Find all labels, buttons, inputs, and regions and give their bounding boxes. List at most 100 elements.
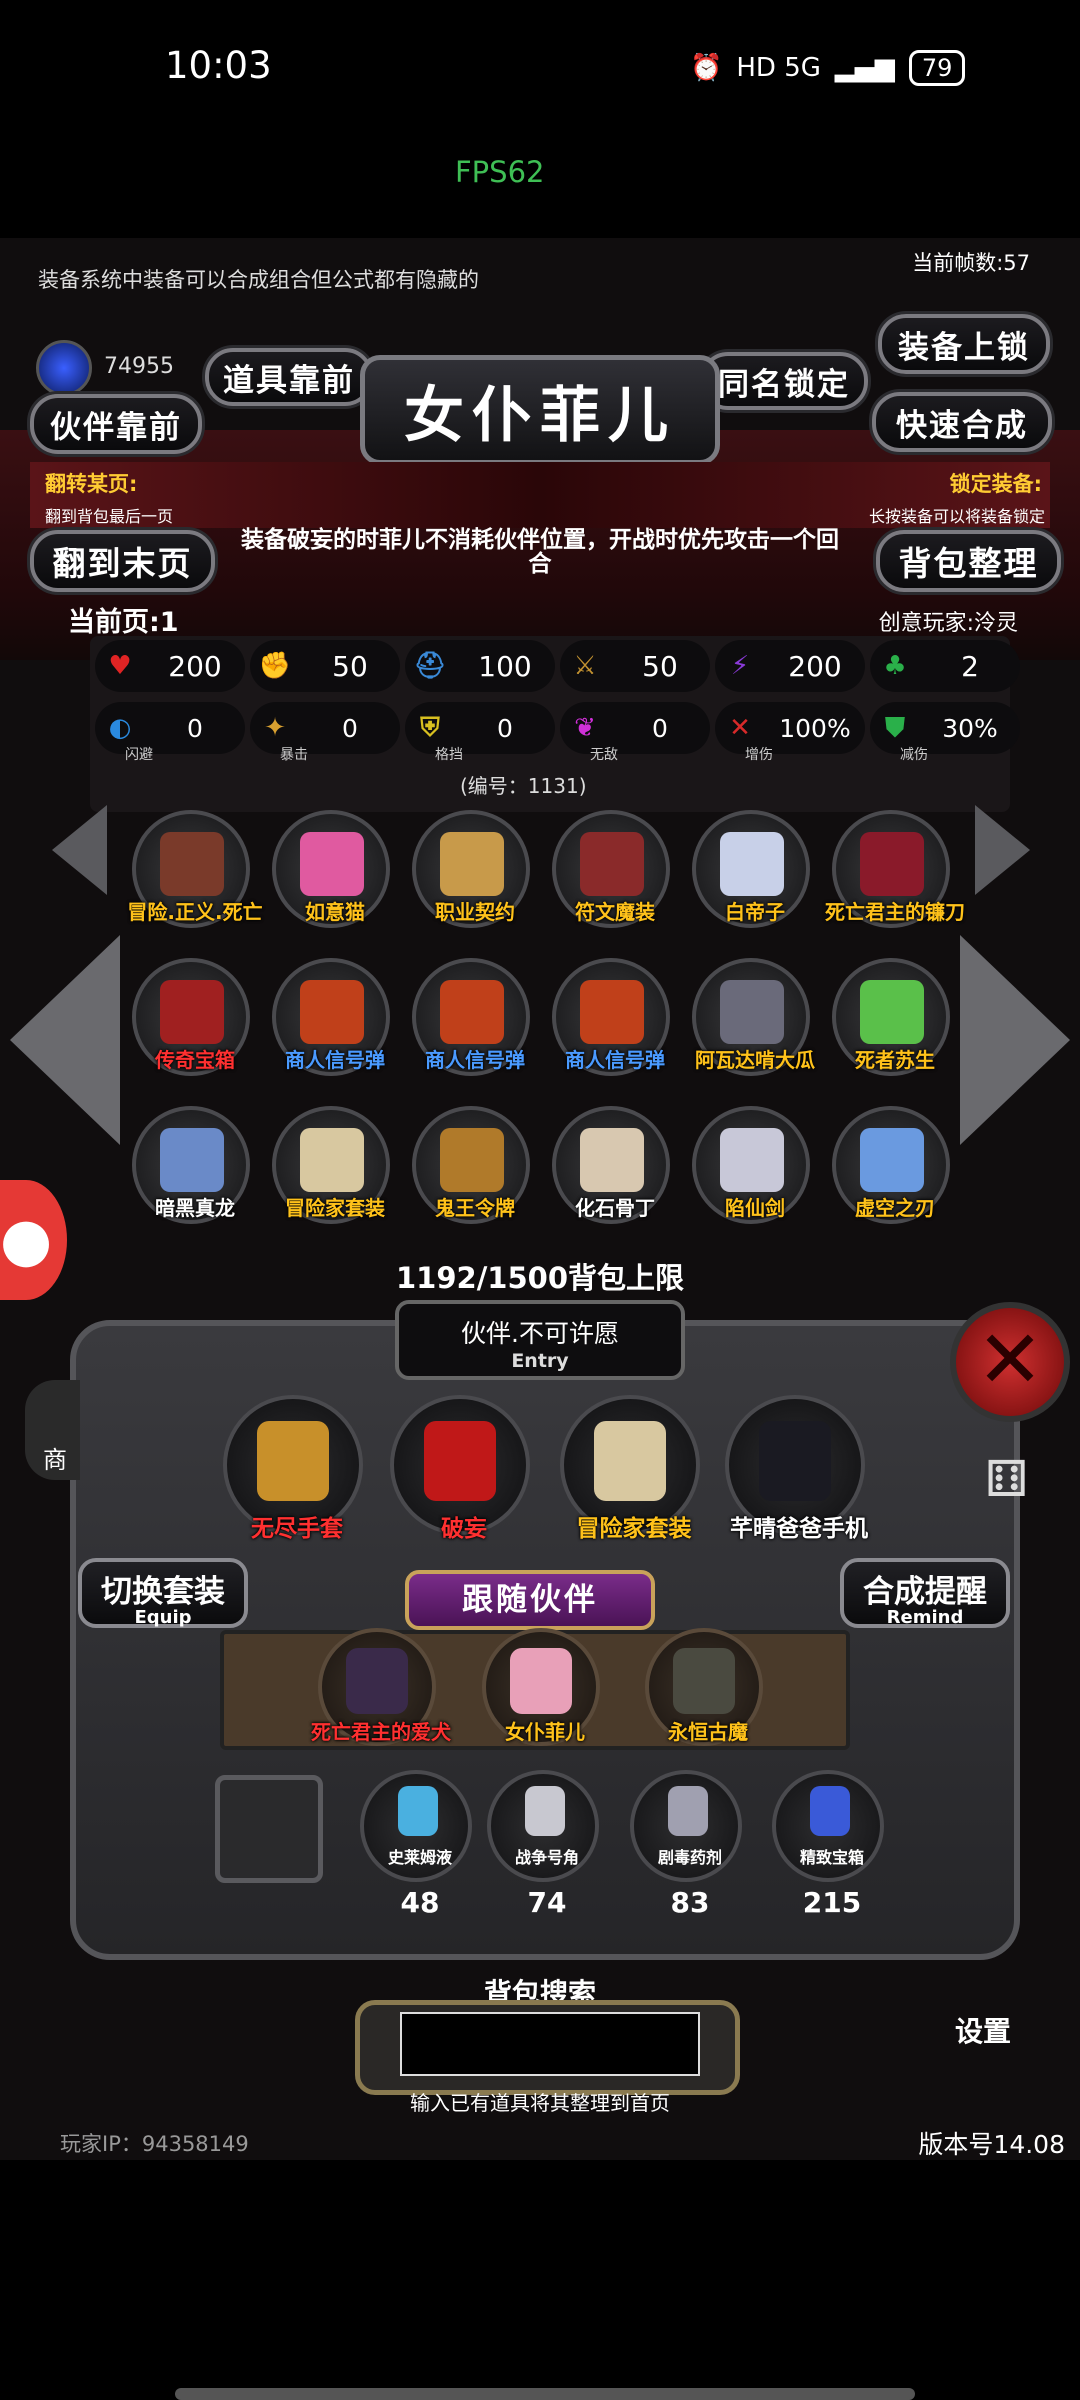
same-name-lock-button[interactable]: 同名锁定 (700, 352, 868, 410)
stat-value: 200 (788, 649, 842, 683)
fist-icon: ✊ (258, 651, 292, 681)
bag-item[interactable]: 职业契约 (412, 810, 530, 928)
entry-title: 伙伴.不可许愿 (461, 1319, 619, 1348)
bag-item[interactable]: 符文魔装 (552, 810, 670, 928)
item-art (160, 832, 224, 896)
consumable-count: 215 (802, 1886, 862, 1919)
bag-item[interactable]: 白帝子 (692, 810, 810, 928)
stat-value: 2 (961, 649, 979, 683)
equipped-item[interactable]: 破妄 (390, 1395, 530, 1542)
consumable-name: 战争号角 (514, 1848, 579, 1867)
quick-merge-button[interactable]: 快速合成 (872, 392, 1052, 452)
bag-item[interactable]: 传奇宝箱 (132, 958, 250, 1076)
bag-item[interactable]: 陷仙剑 (692, 1106, 810, 1224)
stat-value: 200 (168, 649, 222, 683)
stat-value: 100 (478, 649, 532, 683)
item-art (860, 1128, 924, 1192)
player-ip: 玩家IP：94358149 (60, 2132, 249, 2156)
gesture-bar[interactable] (175, 2388, 915, 2400)
consumable-art (810, 1786, 850, 1836)
entry-subtitle: Entry (511, 1350, 569, 1372)
shop-label: 商 (43, 1446, 67, 1474)
equipped-item[interactable]: 冒险家套装 (560, 1395, 700, 1542)
item-name: 阿瓦达啃大瓜 (695, 1048, 815, 1072)
bag-item[interactable]: 死者苏生 (832, 958, 950, 1076)
item-front-button[interactable]: 道具靠前 (205, 348, 373, 406)
entry-plate: 伙伴.不可许愿 Entry (395, 1300, 685, 1380)
bag-item[interactable]: 鬼王令牌 (412, 1106, 530, 1224)
companion-name: 女仆菲儿 (505, 1720, 585, 1744)
consumable-item[interactable]: 剧毒药剂 83 (630, 1770, 742, 1919)
shop-tab[interactable]: 商 (25, 1380, 80, 1480)
equip-lock-button[interactable]: 装备上锁 (878, 314, 1050, 374)
companion[interactable]: 女仆菲儿 (482, 1628, 600, 1746)
prev-small-arrow-icon[interactable] (52, 805, 107, 895)
character-title: 女仆菲儿 (360, 355, 720, 465)
battery-icon: 79 (908, 50, 966, 86)
lightning-icon: ⚡ (730, 651, 750, 681)
dice-icon[interactable]: ⚅ (985, 1450, 1045, 1520)
bag-item[interactable]: 化石骨丁 (552, 1106, 670, 1224)
item-art (300, 980, 364, 1044)
companion-art (673, 1648, 735, 1714)
bag-item[interactable]: 冒险家套装 (272, 1106, 390, 1224)
item-name: 符文魔装 (575, 900, 655, 924)
consumable-name: 精致宝箱 (799, 1848, 864, 1867)
bag-item[interactable]: 虚空之刃 (832, 1106, 950, 1224)
merge-remind-button[interactable]: 合成提醒 Remind (840, 1558, 1010, 1628)
prev-page-arrow-icon[interactable] (10, 935, 120, 1145)
stat-label: 无敌 (590, 747, 618, 763)
close-button[interactable]: ✕ (950, 1302, 1070, 1422)
lock-equip-title: 锁定装备: (949, 472, 1042, 496)
switch-set-button[interactable]: 切换套装 Equip (78, 1558, 248, 1628)
stat-value: 0 (652, 713, 668, 743)
consumable-count: 83 (670, 1886, 710, 1919)
item-art (580, 1128, 644, 1192)
status-icons: ⏰ HD 5G ▂▄▆ 79 (690, 50, 966, 86)
item-art (580, 832, 644, 896)
item-name: 死者苏生 (855, 1048, 935, 1072)
bag-item[interactable]: 冒险.正义.死亡 (127, 810, 263, 928)
bag-limit: 1192/1500背包上限 (395, 1261, 685, 1295)
bag-item[interactable]: 商人信号弹 (412, 958, 530, 1076)
bag-item[interactable]: 阿瓦达啃大瓜 (692, 958, 815, 1076)
bag-item[interactable]: 商人信号弹 (272, 958, 390, 1076)
settings-label[interactable]: 设置 (955, 2010, 1011, 2050)
item-art (424, 1421, 496, 1501)
consumable-item[interactable]: 战争号角 74 (487, 1770, 599, 1919)
next-page-arrow-icon[interactable] (960, 935, 1070, 1145)
stat-label: 格挡 (435, 747, 463, 763)
stat-broken-sword: ✕ 100% 增伤 (715, 702, 865, 763)
companion[interactable]: 死亡君主的爱犬 (311, 1628, 451, 1746)
consumable-item[interactable]: 史莱姆液 48 (360, 1770, 472, 1919)
bag-item[interactable]: 暗黑真龙 (132, 1106, 250, 1224)
bag-item[interactable]: 商人信号弹 (552, 958, 670, 1076)
stat-value: 100% (779, 713, 851, 743)
stat-dodge: ◐ 0 闪避 (95, 702, 245, 763)
flip-page-sub: 翻到背包最后一页 (45, 507, 174, 526)
currency-amount: 74955 (104, 354, 174, 379)
item-art (860, 980, 924, 1044)
bag-item[interactable]: 死亡君主的镰刀 (825, 810, 965, 928)
consumable-art (525, 1786, 565, 1836)
item-art (300, 832, 364, 896)
frame-count: 当前帧数:57 (912, 251, 1030, 275)
item-art (860, 832, 924, 896)
empty-slot[interactable] (215, 1775, 323, 1883)
bag-item[interactable]: 如意猫 (272, 810, 390, 928)
consumable-art (398, 1786, 438, 1836)
merge-remind-label: 合成提醒 (863, 1574, 987, 1610)
consumable-item[interactable]: 精致宝箱 215 (772, 1770, 884, 1919)
companion[interactable]: 永恒古魔 (645, 1628, 763, 1746)
stat-value: 0 (187, 713, 203, 743)
next-small-arrow-icon[interactable] (975, 805, 1030, 895)
item-art (440, 980, 504, 1044)
equipped-item[interactable]: 无尽手套 (223, 1395, 363, 1542)
search-input[interactable] (400, 2012, 700, 2076)
partner-front-button[interactable]: 伙伴靠前 (30, 394, 202, 454)
item-art (594, 1421, 666, 1501)
helmet-icon: ⛑ (413, 651, 447, 681)
last-page-button[interactable]: 翻到末页 (30, 530, 215, 592)
equipped-item[interactable]: 芊晴爸爸手机 (725, 1395, 868, 1542)
sort-bag-button[interactable]: 背包整理 (876, 530, 1061, 592)
